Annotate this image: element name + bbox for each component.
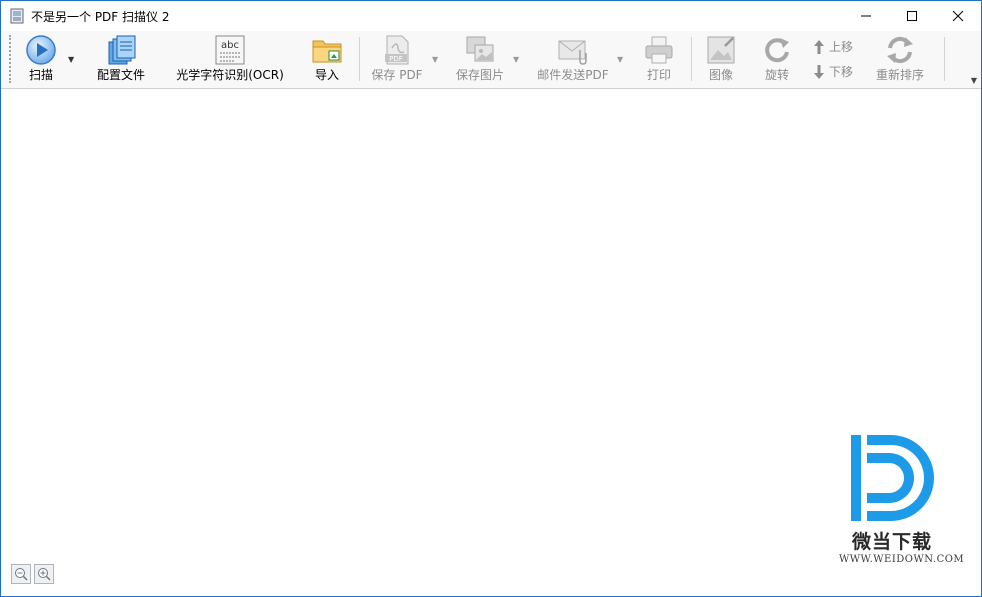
watermark-name: 微当下载 <box>852 531 933 553</box>
move-down-button[interactable]: 下移 <box>813 63 853 80</box>
folder-import-icon <box>312 40 342 63</box>
email-pdf-label: 邮件发送PDF <box>537 68 609 82</box>
arrow-down-icon <box>814 64 824 79</box>
printer-icon <box>645 36 673 64</box>
window-title: 不是另一个 PDF 扫描仪 2 <box>31 10 170 24</box>
close-button[interactable] <box>935 1 981 31</box>
email-pdf-dropdown-arrow[interactable]: ▼ <box>617 55 623 64</box>
reorder-icon <box>887 36 913 64</box>
image-edit-icon <box>707 36 735 64</box>
app-window: 不是另一个 PDF 扫描仪 2 扫描 ▼ 配置文件 abc 光学字符识别(OCR… <box>0 0 982 597</box>
minimize-button[interactable] <box>843 1 889 31</box>
toolbar-separator <box>359 37 360 81</box>
page-view-area[interactable] <box>1 89 981 596</box>
save-pdf-button[interactable]: PDF 保存 PDF <box>369 33 425 85</box>
profiles-label: 配置文件 <box>96 68 145 82</box>
images-icon <box>466 36 494 62</box>
close-icon <box>952 10 964 22</box>
move-up-button[interactable]: 上移 <box>813 38 853 55</box>
scanner-app-icon <box>10 8 24 24</box>
email-pdf-button[interactable]: 邮件发送PDF <box>535 33 611 85</box>
ocr-label: 光学字符识别(OCR) <box>176 68 284 82</box>
reorder-button[interactable]: 重新排序 <box>873 33 927 85</box>
toolbar-separator <box>691 37 692 81</box>
minimize-icon <box>861 15 871 17</box>
move-down-label: 下移 <box>829 65 854 79</box>
save-images-button[interactable]: 保存图片 <box>453 33 507 85</box>
email-attachment-icon <box>558 40 587 65</box>
save-images-dropdown-arrow[interactable]: ▼ <box>513 55 519 64</box>
move-up-label: 上移 <box>829 40 854 54</box>
watermark-url: WWW.WEIDOWN.COM <box>839 554 965 565</box>
print-button[interactable]: 打印 <box>643 33 675 85</box>
rotate-label: 旋转 <box>764 68 789 82</box>
zoom-in-button[interactable] <box>34 564 54 584</box>
weidown-logo-icon <box>851 435 934 521</box>
rotate-button[interactable]: 旋转 <box>761 33 793 85</box>
save-pdf-dropdown-arrow[interactable]: ▼ <box>432 55 438 64</box>
zoom-in-icon <box>38 568 51 581</box>
ocr-icon-text: abc <box>221 40 239 51</box>
import-label: 导入 <box>314 68 339 82</box>
scan-button[interactable]: 扫描 <box>23 33 59 85</box>
toolbar-overflow-chevron-icon[interactable]: ▼ <box>969 76 979 86</box>
arrow-up-icon <box>814 39 824 54</box>
toolbar-grip[interactable] <box>9 35 13 83</box>
rotate-icon <box>765 38 789 63</box>
maximize-button[interactable] <box>889 1 935 31</box>
watermark: 微当下载 WWW.WEIDOWN.COM <box>839 433 964 573</box>
profiles-icon <box>108 35 136 65</box>
image-label: 图像 <box>708 68 733 82</box>
title-bar: 不是另一个 PDF 扫描仪 2 <box>1 1 981 31</box>
image-button[interactable]: 图像 <box>705 33 737 85</box>
ocr-icon: abc <box>215 35 245 65</box>
pdf-icon-text: PDF <box>389 55 403 63</box>
save-images-label: 保存图片 <box>455 68 504 82</box>
zoom-out-button[interactable] <box>11 564 31 584</box>
scan-label: 扫描 <box>28 68 53 82</box>
toolbar-separator <box>944 37 945 81</box>
profiles-button[interactable]: 配置文件 <box>95 33 147 85</box>
ocr-button[interactable]: abc 光学字符识别(OCR) <box>175 33 285 85</box>
reorder-label: 重新排序 <box>875 68 924 82</box>
play-icon <box>26 35 56 65</box>
zoom-out-icon <box>15 568 28 581</box>
save-pdf-label: 保存 PDF <box>371 68 423 82</box>
maximize-icon <box>907 11 917 21</box>
scan-dropdown-arrow[interactable]: ▼ <box>68 55 74 64</box>
pdf-file-icon: PDF <box>385 35 409 65</box>
main-toolbar: 扫描 ▼ 配置文件 abc 光学字符识别(OCR) 导入 PDF 保存 PDF … <box>1 31 981 89</box>
import-button[interactable]: 导入 <box>311 33 343 85</box>
print-label: 打印 <box>646 68 671 82</box>
